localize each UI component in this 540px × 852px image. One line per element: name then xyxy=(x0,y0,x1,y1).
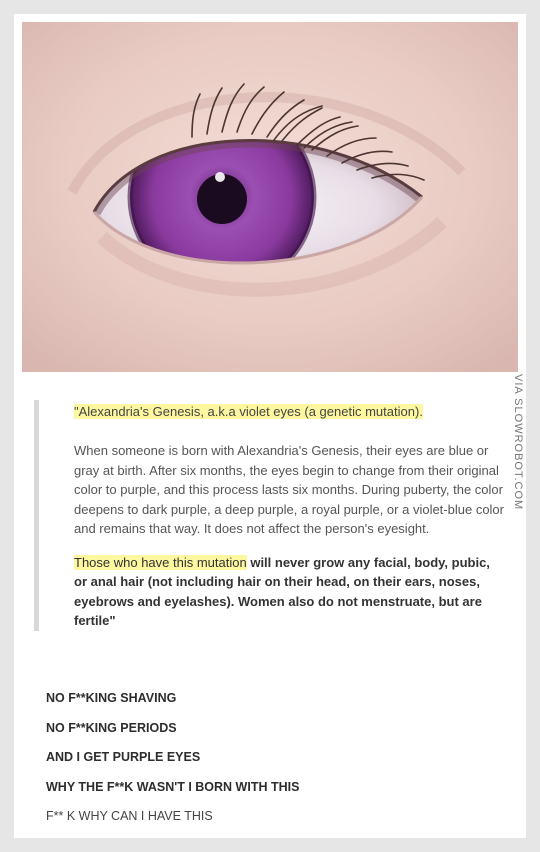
comment-line: NO F**KING SHAVING xyxy=(46,691,177,705)
comment-line: F** K WHY CAN I HAVE THIS xyxy=(46,809,213,824)
post-card: VIA SLOWROBOT.COM "Alexandria's Genesis,… xyxy=(14,14,526,838)
comment-lines: NO F**KING SHAVING NO F**KING PERIODS AN… xyxy=(46,684,506,832)
quote-title: "Alexandria's Genesis, a.k.a violet eyes… xyxy=(74,404,504,419)
quote-title-highlight: "Alexandria's Genesis, a.k.a violet eyes… xyxy=(74,404,423,419)
blockquote: "Alexandria's Genesis, a.k.a violet eyes… xyxy=(34,400,504,631)
comment-line: NO F**KING PERIODS xyxy=(46,720,177,735)
comment-line: WHY THE F**K WASN'T I BORN WITH THIS xyxy=(46,779,300,794)
quote-paragraph: When someone is born with Alexandria's G… xyxy=(74,443,504,536)
comment-line: AND I GET PURPLE EYES xyxy=(46,750,201,765)
watermark: VIA SLOWROBOT.COM xyxy=(512,374,524,511)
quote-paragraph-bold: Those who have this mutation will never … xyxy=(74,553,504,631)
quote-highlight: Those who have this mutation xyxy=(74,554,247,570)
eye-photo xyxy=(22,22,518,372)
